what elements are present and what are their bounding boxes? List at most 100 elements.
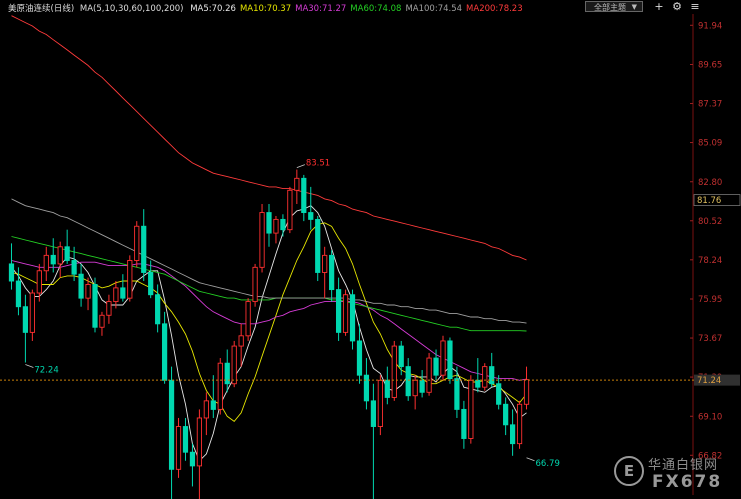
theme-label: 全部主题 bbox=[594, 3, 626, 12]
candle-body bbox=[342, 294, 349, 333]
candle-body bbox=[29, 292, 35, 333]
candle-body bbox=[15, 280, 22, 308]
candle-body bbox=[217, 362, 223, 410]
ma-legend-ma30: MA30:71.27 bbox=[295, 4, 347, 14]
candle-body bbox=[468, 379, 474, 439]
candle-body bbox=[496, 383, 502, 405]
candle-body bbox=[36, 270, 42, 294]
candle-body bbox=[141, 225, 147, 273]
candle-body bbox=[196, 417, 203, 467]
candle-body bbox=[273, 218, 279, 234]
symbol-name: 美原油连续 bbox=[8, 4, 51, 14]
candle-body bbox=[203, 400, 209, 419]
candle-body bbox=[175, 426, 182, 470]
candle-body bbox=[391, 345, 397, 398]
candle-body bbox=[482, 366, 488, 388]
annotation-label: 83.51 bbox=[306, 159, 330, 169]
candle-body bbox=[168, 379, 175, 470]
y-tick-label: 85.09 bbox=[698, 139, 722, 149]
candle-body bbox=[322, 254, 328, 273]
candle-body bbox=[120, 287, 126, 299]
candle-body bbox=[99, 314, 105, 328]
chevron-down-icon: ▼ bbox=[631, 3, 637, 11]
ma-legend-ma60: MA60:74.08 bbox=[350, 4, 402, 14]
candle-body bbox=[419, 379, 425, 393]
period-label: 日线 bbox=[53, 4, 71, 14]
candle-body bbox=[280, 218, 286, 231]
candle-body bbox=[489, 366, 495, 385]
candle-body bbox=[461, 408, 467, 439]
candle-body bbox=[363, 374, 370, 402]
candle-body bbox=[210, 400, 216, 410]
candle-body bbox=[161, 323, 168, 381]
last-price-label: 71.24 bbox=[697, 376, 721, 386]
annotation-label: 72.24 bbox=[34, 366, 58, 376]
ma-values: MA5:70.26 MA10:70.37 MA30:71.27 MA60:74.08 M… bbox=[186, 4, 522, 14]
candle-body bbox=[329, 254, 335, 291]
y-tick-label: 82.80 bbox=[698, 178, 722, 188]
ma-legend: 美原油连续(日线) MA(5,10,30,60,100,200) MA5:70.… bbox=[8, 2, 523, 14]
candle-body bbox=[315, 218, 321, 273]
y-tick-label: 91.94 bbox=[698, 21, 722, 31]
watermark-text-en: FX678 bbox=[652, 472, 723, 492]
candle-body bbox=[398, 345, 404, 368]
candle-body bbox=[182, 426, 189, 453]
candle-body bbox=[370, 400, 377, 427]
cursor-price-label: 81.76 bbox=[697, 196, 721, 206]
collapse-icon[interactable]: ≡ bbox=[688, 0, 702, 13]
ma-params: MA(5,10,30,60,100,200) bbox=[79, 4, 184, 14]
candle-body bbox=[384, 379, 390, 398]
theme-dropdown[interactable]: 全部主题 ▼ bbox=[585, 1, 643, 12]
y-tick-label: 80.52 bbox=[698, 217, 722, 227]
candle-body bbox=[85, 284, 91, 299]
candle-body bbox=[189, 451, 196, 467]
candle-body bbox=[475, 379, 481, 388]
annotation-layer: 72.2483.5164.1063.8066.79 bbox=[25, 159, 560, 469]
candle-body bbox=[50, 254, 56, 265]
period-badge[interactable]: (日线) bbox=[51, 4, 75, 14]
plus-icon[interactable]: + bbox=[652, 0, 666, 13]
candlestick-chart[interactable]: 72.2483.5164.1063.8066.79 91.9489.6587.3… bbox=[0, 0, 741, 499]
candle-body bbox=[433, 357, 439, 376]
annotation-label: 66.79 bbox=[536, 459, 560, 469]
candle-body bbox=[134, 225, 140, 261]
y-tick-label: 73.67 bbox=[698, 334, 722, 344]
candle-body bbox=[454, 378, 460, 410]
candle-body bbox=[294, 177, 300, 191]
candle-body bbox=[349, 294, 356, 342]
candle-body bbox=[252, 266, 258, 303]
candle-body bbox=[503, 403, 509, 426]
candle-body bbox=[106, 301, 112, 316]
y-tick-label: 78.24 bbox=[698, 256, 722, 266]
watermark: E 华通白银网 FX678 bbox=[612, 452, 737, 494]
candle-body bbox=[71, 260, 77, 275]
annotation-leader bbox=[526, 457, 535, 462]
candle-body bbox=[440, 340, 446, 376]
ma-legend-ma5: MA5:70.26 bbox=[190, 4, 236, 14]
ma-line-ma60 bbox=[11, 236, 527, 332]
candle-body bbox=[238, 335, 244, 347]
candle-body bbox=[22, 306, 29, 333]
candle-body bbox=[113, 287, 119, 303]
candle-body bbox=[64, 246, 70, 261]
candle-body bbox=[523, 379, 530, 405]
candle-body bbox=[266, 212, 272, 234]
candle-body bbox=[412, 379, 418, 397]
watermark-text-cn: 华通白银网 bbox=[648, 458, 719, 473]
candle-body bbox=[78, 273, 84, 299]
watermark-logo-icon: E bbox=[614, 456, 644, 486]
chart-header: 美原油连续(日线) MA(5,10,30,60,100,200) MA5:70.… bbox=[0, 0, 741, 14]
candle-body bbox=[356, 340, 363, 376]
candle-body bbox=[287, 189, 293, 231]
y-tick-label: 69.10 bbox=[698, 412, 722, 422]
candle-body bbox=[377, 379, 383, 427]
annotation-leader bbox=[25, 364, 34, 368]
candle-body bbox=[92, 284, 98, 328]
gear-icon[interactable]: ⚙ bbox=[670, 0, 684, 13]
ma-legend-ma200: MA200:78.23 bbox=[466, 4, 523, 14]
y-tick-label: 75.95 bbox=[698, 295, 722, 305]
candle-body bbox=[155, 294, 161, 325]
candle-body bbox=[259, 212, 265, 268]
candle-body bbox=[231, 345, 237, 385]
candle-body bbox=[509, 424, 516, 445]
